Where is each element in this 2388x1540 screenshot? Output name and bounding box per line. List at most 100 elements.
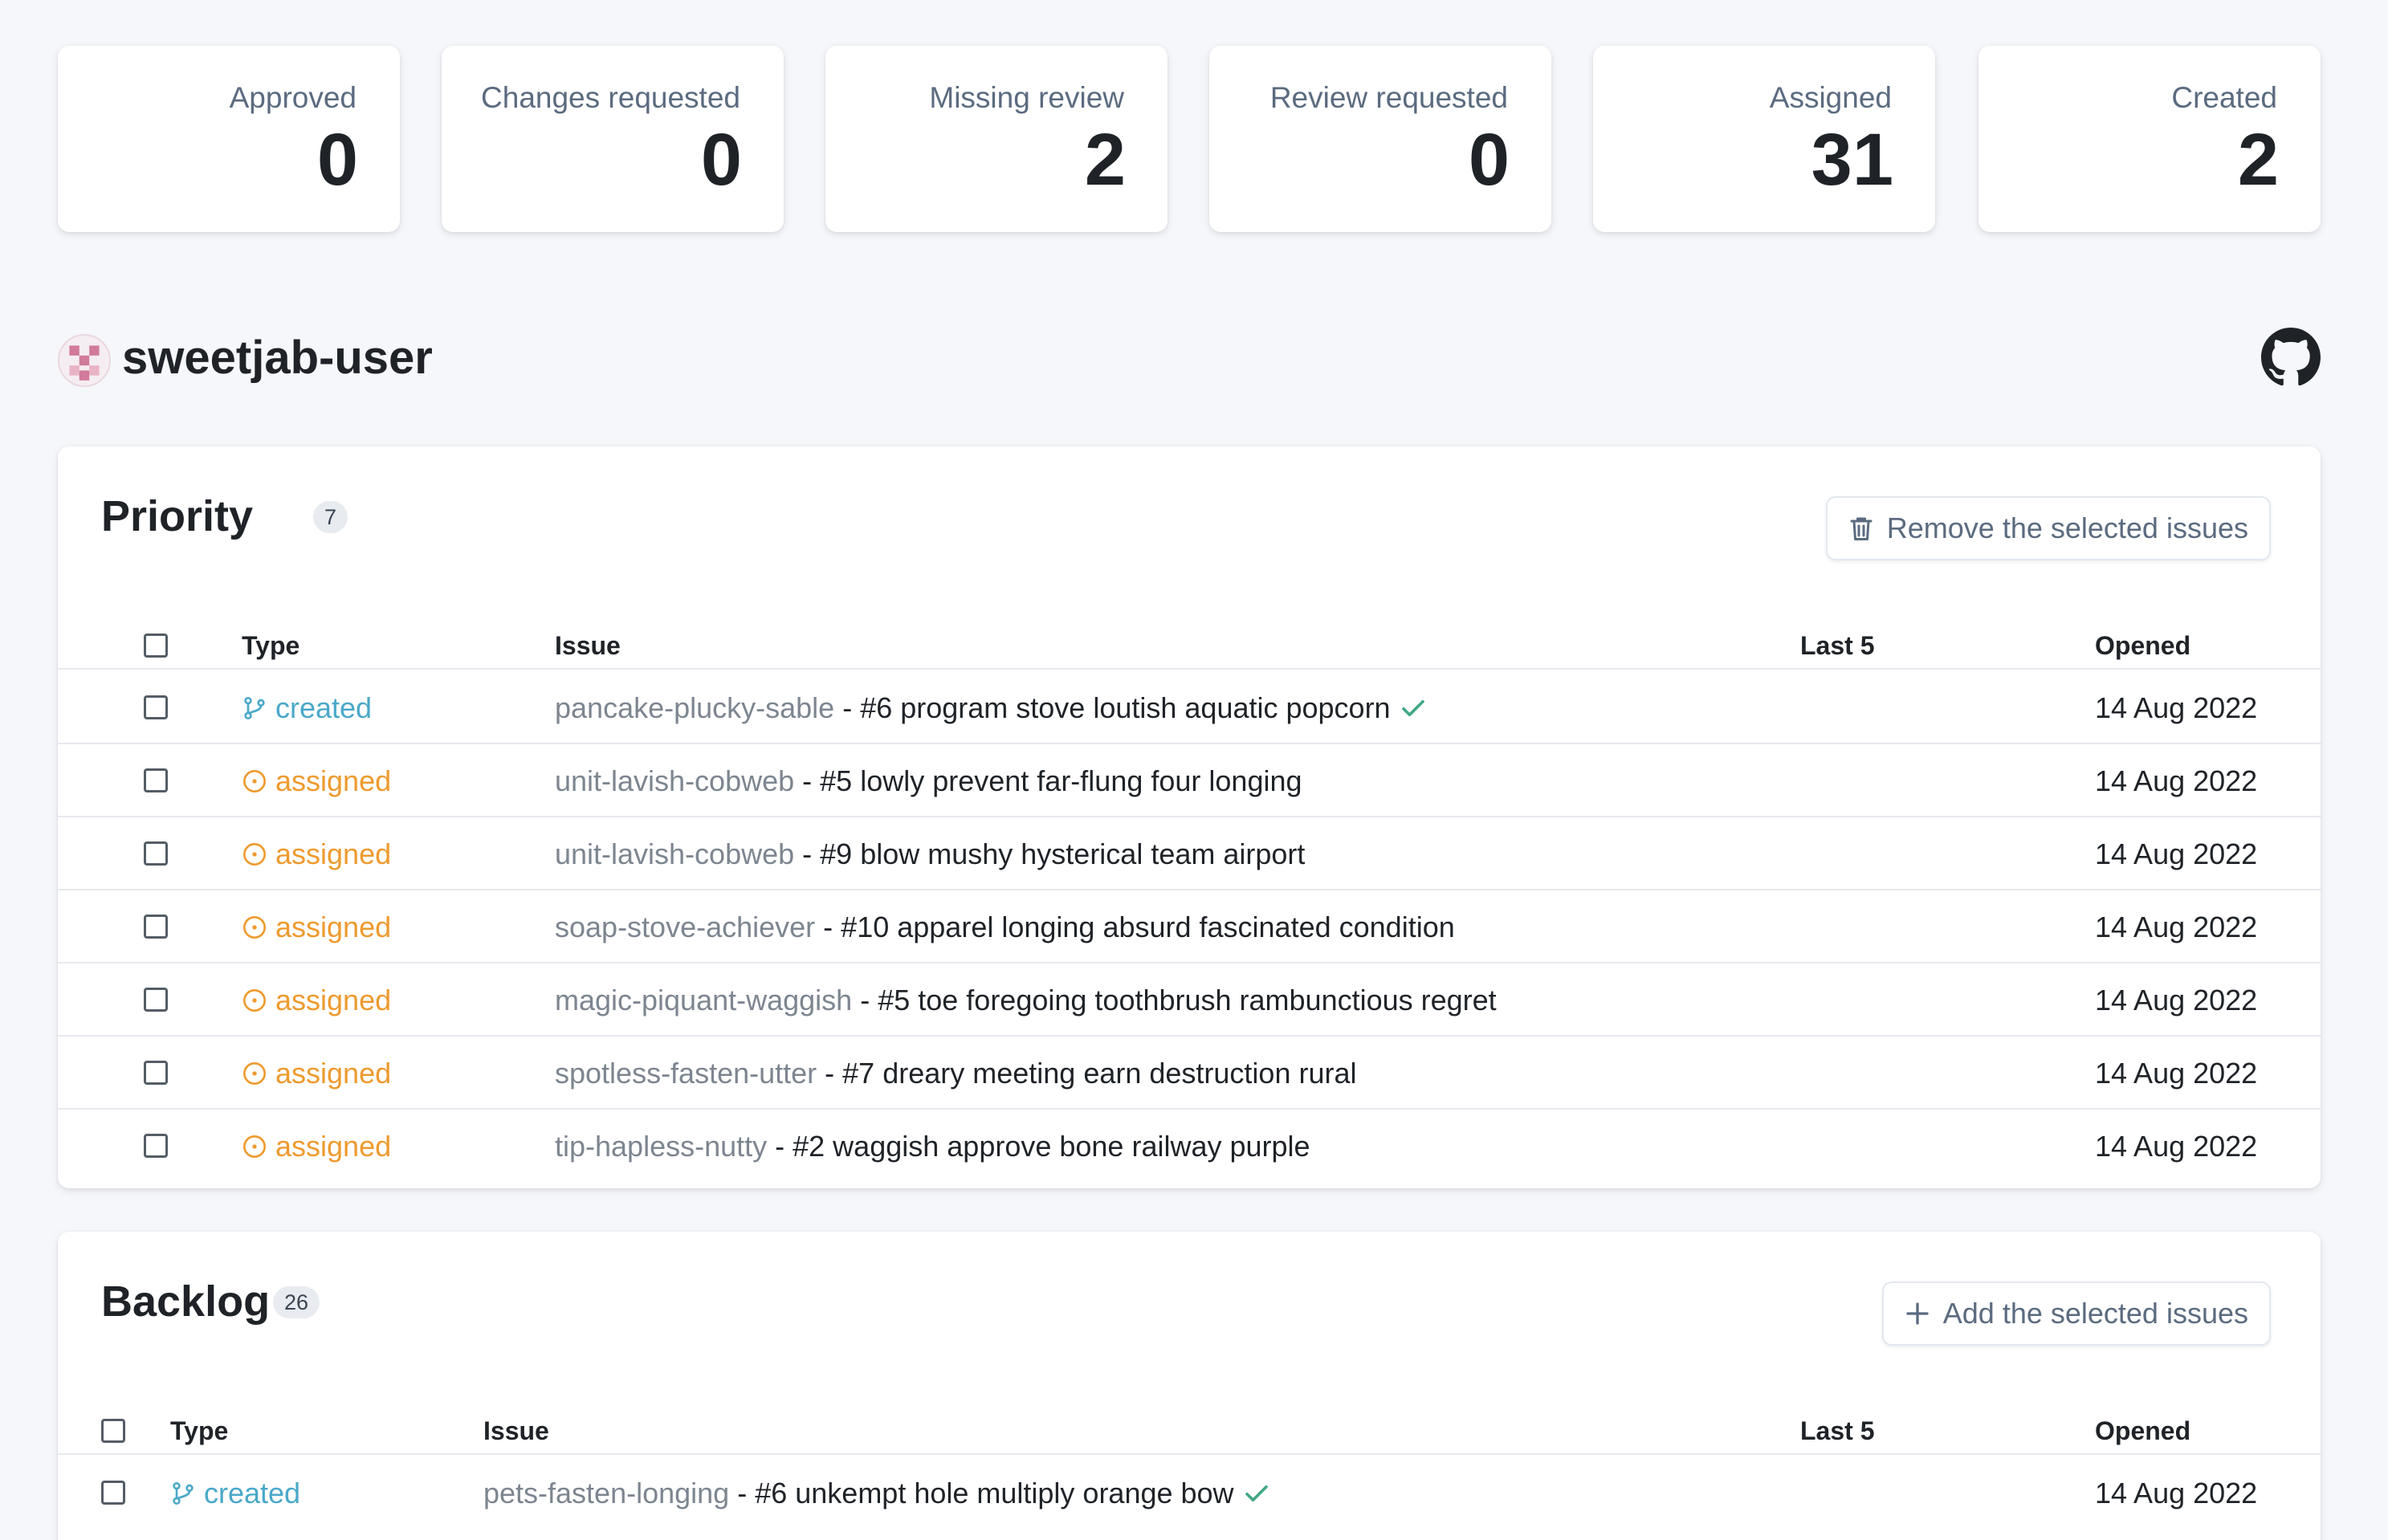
row-checkbox[interactable]: [144, 841, 168, 866]
opened-date: 14 Aug 2022: [2095, 1129, 2258, 1163]
check-icon: [1242, 1479, 1271, 1508]
issue-cell[interactable]: tip-hapless-nutty - #2 waggish approve b…: [555, 1110, 1310, 1183]
stat-card-assigned: Assigned 31: [1593, 46, 1935, 232]
repo-name[interactable]: tip-hapless-nutty: [555, 1130, 767, 1163]
stats-bar: Approved 0 Changes requested 0 Missing r…: [58, 46, 2321, 232]
row-checkbox[interactable]: [144, 1134, 168, 1158]
stat-value: 2: [1084, 119, 1126, 201]
backlog-panel: Backlog 26 Add the selected issues Type …: [58, 1232, 2321, 1540]
table-row[interactable]: assigned soap-stove-achiever - #10 appare…: [58, 890, 2321, 964]
stat-label: Assigned: [1769, 81, 1892, 114]
table-header: Type Issue Last 5 Opened: [58, 1407, 2321, 1455]
stat-label: Changes requested: [481, 81, 740, 114]
add-selected-label: Add the selected issues: [1942, 1297, 2248, 1330]
issue-title[interactable]: #5 toe foregoing toothbrush rambunctious…: [878, 984, 1496, 1017]
repo-name[interactable]: pancake-plucky-sable: [555, 691, 834, 725]
issue-title[interactable]: #6 program stove loutish aquatic popcorn: [860, 691, 1390, 725]
separator: -: [767, 1129, 793, 1163]
issue-title[interactable]: #10 apparel longing absurd fascinated co…: [841, 911, 1455, 944]
row-checkbox[interactable]: [144, 988, 168, 1012]
opened-date: 14 Aug 2022: [2095, 983, 2258, 1016]
select-all-checkbox[interactable]: [144, 634, 168, 658]
table-row[interactable]: created pancake-plucky-sable - #6 program…: [58, 671, 2321, 744]
stat-label: Approved: [229, 81, 357, 114]
stat-card-approved: Approved 0: [58, 46, 400, 232]
column-type: Type: [170, 1416, 229, 1445]
table-row[interactable]: assigned unit-lavish-cobweb - #5 lowly pr…: [58, 744, 2321, 817]
select-all-checkbox[interactable]: [101, 1419, 125, 1443]
issue-title[interactable]: #7 dreary meeting earn destruction rural: [842, 1057, 1356, 1090]
repo-name[interactable]: pets-fasten-longing: [483, 1477, 729, 1510]
priority-panel: Priority 7 Remove the selected issues Ty…: [58, 446, 2321, 1188]
table-row[interactable]: created pets-fasten-longing - #6 unkempt …: [58, 1456, 2321, 1530]
column-last5: Last 5: [1800, 631, 1875, 660]
remove-selected-button[interactable]: Remove the selected issues: [1825, 496, 2271, 560]
check-icon: [1399, 694, 1428, 723]
stat-value: 0: [700, 119, 742, 201]
git-branch-icon: [242, 695, 267, 721]
trash-icon: [1847, 514, 1876, 543]
type-cell: assigned: [242, 1037, 391, 1110]
opened-date: 14 Aug 2022: [2095, 764, 2258, 797]
row-checkbox[interactable]: [144, 695, 168, 719]
type-cell: assigned: [242, 964, 391, 1037]
stat-card-missing-review: Missing review 2: [825, 46, 1168, 232]
opened-date: 14 Aug 2022: [2095, 691, 2258, 724]
repo-name[interactable]: unit-lavish-cobweb: [555, 764, 794, 798]
type-cell: created: [170, 1456, 300, 1530]
column-opened: Opened: [2095, 631, 2191, 660]
column-opened: Opened: [2095, 1416, 2191, 1445]
issue-cell[interactable]: pets-fasten-longing - #6 unkempt hole mu…: [483, 1456, 1271, 1530]
type-label: assigned: [275, 764, 392, 797]
stat-card-changes-requested: Changes requested 0: [442, 46, 784, 232]
type-label: created: [275, 691, 373, 724]
issue-cell[interactable]: spotless-fasten-utter - #7 dreary meetin…: [555, 1037, 1357, 1110]
table-row[interactable]: assigned tip-hapless-nutty - #2 waggish a…: [58, 1110, 2321, 1183]
type-cell: assigned: [242, 817, 391, 890]
issue-cell[interactable]: magic-piquant-waggish - #5 toe foregoing…: [555, 964, 1497, 1037]
column-type: Type: [242, 631, 300, 660]
issue-title[interactable]: #2 waggish approve bone railway purple: [793, 1130, 1310, 1163]
table-row[interactable]: assigned unit-lavish-cobweb - #9 blow mus…: [58, 817, 2321, 890]
add-selected-button[interactable]: Add the selected issues: [1881, 1281, 2271, 1346]
type-cell: created: [242, 671, 372, 744]
separator: -: [834, 691, 861, 724]
type-label: assigned: [275, 983, 392, 1016]
repo-name[interactable]: magic-piquant-waggish: [555, 984, 852, 1017]
stat-card-created: Created 2: [1978, 46, 2321, 232]
stat-value: 0: [1468, 119, 1510, 201]
issue-cell[interactable]: unit-lavish-cobweb - #5 lowly prevent fa…: [555, 744, 1302, 817]
separator: -: [852, 983, 878, 1016]
type-cell: assigned: [242, 890, 391, 964]
row-checkbox[interactable]: [144, 768, 168, 792]
column-issue: Issue: [483, 1416, 549, 1445]
opened-date: 14 Aug 2022: [2095, 910, 2258, 943]
stat-label: Created: [2171, 81, 2277, 114]
issue-cell[interactable]: pancake-plucky-sable - #6 program stove …: [555, 671, 1428, 744]
type-label: assigned: [275, 1056, 392, 1090]
table-row[interactable]: assigned spotless-fasten-utter - #7 drear…: [58, 1037, 2321, 1110]
type-label: assigned: [275, 1129, 392, 1163]
stat-value: 31: [1811, 119, 1893, 201]
user-header: sweetjab-user: [58, 328, 2321, 400]
remove-selected-label: Remove the selected issues: [1886, 511, 2248, 544]
issue-cell[interactable]: soap-stove-achiever - #10 apparel longin…: [555, 890, 1455, 964]
row-checkbox[interactable]: [144, 915, 168, 939]
issue-opened-icon: [242, 768, 267, 794]
type-label: created: [204, 1476, 301, 1509]
row-checkbox[interactable]: [101, 1481, 125, 1505]
row-checkbox[interactable]: [144, 1061, 168, 1085]
repo-name[interactable]: soap-stove-achiever: [555, 911, 815, 944]
table-row[interactable]: assigned magic-piquant-waggish - #5 toe f…: [58, 964, 2321, 1037]
stat-card-review-requested: Review requested 0: [1209, 46, 1551, 232]
stat-label: Missing review: [929, 81, 1124, 114]
github-icon[interactable]: [2261, 328, 2321, 387]
repo-name[interactable]: spotless-fasten-utter: [555, 1057, 817, 1090]
issue-cell[interactable]: unit-lavish-cobweb - #9 blow mushy hyste…: [555, 817, 1305, 890]
issue-title[interactable]: #5 lowly prevent far-flung four longing: [820, 764, 1302, 798]
separator: -: [794, 764, 821, 797]
type-label: assigned: [275, 837, 392, 870]
issue-title[interactable]: #9 blow mushy hysterical team airport: [820, 837, 1305, 871]
repo-name[interactable]: unit-lavish-cobweb: [555, 837, 794, 871]
issue-title[interactable]: #6 unkempt hole multiply orange bow: [755, 1477, 1233, 1510]
